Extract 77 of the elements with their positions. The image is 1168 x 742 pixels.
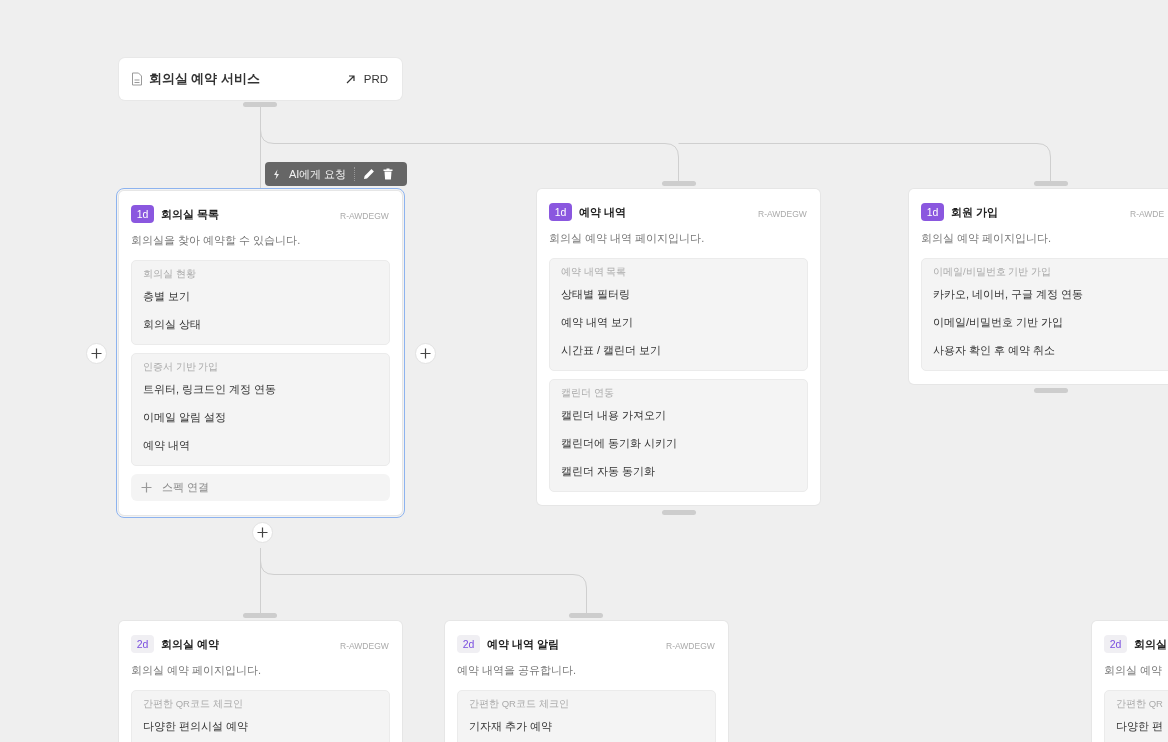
plus-icon [91,348,102,359]
spec-item[interactable]: 캘린더 내용 가져오기 [561,401,796,429]
spec-item[interactable]: 카카오, 네이버, 구글 계정 연동 [933,280,1168,308]
group-label: 이메일/비밀번호 기반 가입 [933,265,1052,279]
root-title: 회의실 예약 서비스 [149,70,261,88]
card-code: R-AWDEGW [666,641,715,651]
spec-item[interactable]: 사용자 확인 후 예약 취소 [933,336,1168,364]
plus-icon [141,482,152,493]
card-code: R-AWDEGW [340,641,389,651]
group-label: 간편한 QR [1116,697,1164,711]
arrow-icon [345,74,355,84]
spec-item[interactable]: 예약 내역 보기 [561,308,796,336]
spec-item[interactable]: 캘린더에 동기화 시키기 [561,429,796,457]
duration-badge: 1d [921,203,944,221]
card-code: R-AWDEGW [758,209,807,219]
card-description: 회의실 예약 [1104,663,1164,678]
card-title: 예약 내역 알림 [487,636,561,652]
spec-item[interactable]: 다양한 편의시설 예약 [143,712,378,740]
spec-item[interactable]: 이메일 알림 설정 [143,403,378,431]
plus-icon [256,527,268,538]
add-node-button[interactable] [415,343,436,364]
prd-link[interactable]: PRD [345,73,388,85]
connector-handle[interactable] [243,102,277,107]
card-title: 회의실 예약 [161,636,221,652]
lightning-icon [273,168,280,180]
pencil-icon [363,168,376,180]
spec-item[interactable]: 트위터, 링크드인 계정 연동 [143,375,378,403]
node-card[interactable]: 2d 회의실 예약 R-AWDEGW 회의실 예약 페이지입니다. 간편한 QR코드 체크인 다양한 편의시설 예약 [119,621,402,742]
add-node-button[interactable] [251,522,273,543]
ai-request-button[interactable]: AI에게 요청 [273,164,351,184]
connector-handle[interactable] [662,510,696,515]
spec-item[interactable]: 예약 내역 [143,431,378,459]
card-description: 회의실을 찾아 예약할 수 있습니다. [131,233,302,248]
connector-handle[interactable] [243,613,277,618]
node-card[interactable]: 2d 회의실 회의실 예약 간편한 QR 다양한 편 [1092,621,1168,742]
node-card[interactable]: 1d 회원 가입 R-AWDE 회의실 예약 페이지입니다. 이메일/비밀번호 기반 가입 카카오, 네이버, 구글 계정 연동 이메일/비밀번호 기반 가입 사용자 확인 후 예약 취소 [909,189,1168,384]
connector-handle[interactable] [569,613,603,618]
group-label: 간편한 QR코드 체크인 [143,697,244,711]
spec-item[interactable]: 시간표 / 캘린더 보기 [561,336,796,364]
duration-badge: 1d [549,203,572,221]
group-label: 예약 내역 목록 [561,265,628,279]
card-title: 예약 내역 [579,204,628,220]
spec-item[interactable]: 상태별 필터링 [561,280,796,308]
connector-handle[interactable] [1034,388,1068,393]
connector-handle[interactable] [662,181,696,186]
node-card[interactable]: 2d 예약 내역 알림 R-AWDEGW 예약 내역을 공유합니다. 간편한 QR코드 체크인 기자재 추가 예약 [445,621,728,742]
card-code: R-AWDE [1130,209,1165,219]
card-description: 회의실 예약 페이지입니다. [131,663,263,678]
duration-badge: 2d [457,635,480,653]
root-card[interactable]: 회의실 예약 서비스 PRD [119,58,402,100]
spec-item[interactable]: 기자재 추가 예약 [469,712,704,740]
card-code: R-AWDEGW [340,211,389,221]
group-label: 인증서 기반 가입 [143,360,220,374]
spec-item[interactable]: 이메일/비밀번호 기반 가입 [933,308,1168,336]
group-label: 캘린더 연동 [561,386,615,400]
add-node-button[interactable] [86,343,107,364]
spec-item[interactable]: 캘린더 자동 동기화 [561,457,796,485]
node-card[interactable]: 1d 회의실 목록 R-AWDEGW 회의실을 찾아 예약할 수 있습니다. 회의실 현황 층별 보기 회의실 상태 인증서 기반 가입 트위터, 링크드인 계정 연동 이메일 알림 설정 예약 내역 스펙 연결 [119,191,402,515]
card-description: 회의실 예약 페이지입니다. [921,231,1053,246]
duration-badge: 1d [131,205,154,223]
connector-handle[interactable] [1034,181,1068,186]
card-title: 회원 가입 [951,204,1000,220]
spec-item[interactable]: 다양한 편 [1116,712,1168,740]
node-card[interactable]: 1d 예약 내역 R-AWDEGW 회의실 예약 내역 페이지입니다. 예약 내역 목록 상태별 필터링 예약 내역 보기 시간표 / 캘린더 보기 캘린더 연동 캘린더 내용 가져오기 캘린더에 동기화 시키기 캘린더 자동 동기화 [537,189,820,505]
duration-badge: 2d [131,635,154,653]
spec-item[interactable]: 회의실 상태 [143,310,378,338]
card-description: 회의실 예약 내역 페이지입니다. [549,231,706,246]
trash-icon [383,168,394,180]
spec-item[interactable]: 층별 보기 [143,282,378,310]
plus-icon [420,348,431,359]
group-label: 회의실 현황 [143,267,197,281]
card-title: 회의실 [1134,636,1168,652]
card-title: 회의실 목록 [161,206,221,222]
duration-badge: 2d [1104,635,1127,653]
document-icon [131,72,143,86]
group-label: 간편한 QR코드 체크인 [469,697,570,711]
card-description: 예약 내역을 공유합니다. [457,663,578,678]
